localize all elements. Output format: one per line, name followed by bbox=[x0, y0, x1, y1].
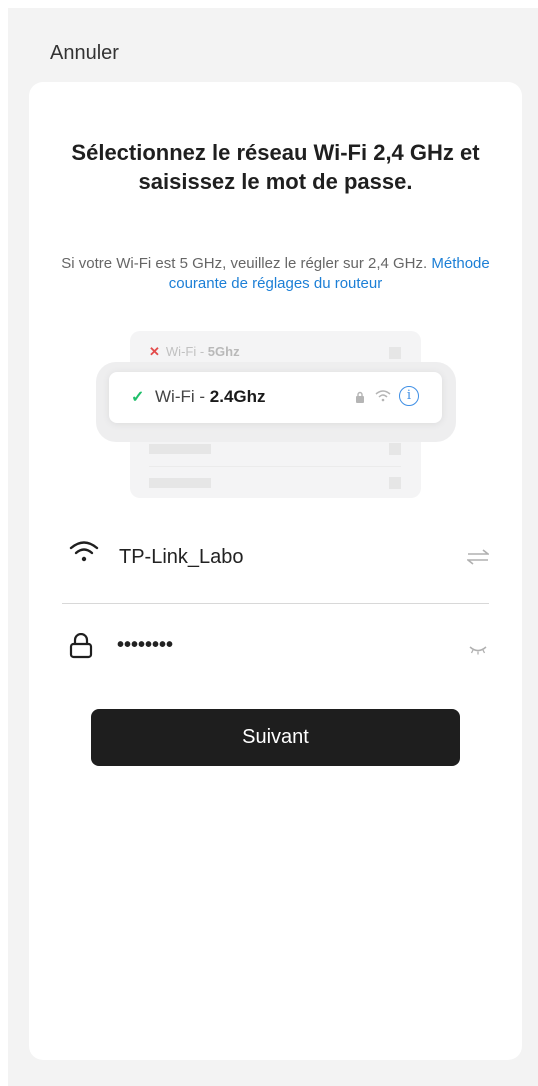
row-24ghz-prefix: Wi-Fi - bbox=[155, 387, 210, 406]
next-button[interactable]: Suivant bbox=[91, 709, 460, 766]
password-field[interactable]: •••••••• bbox=[69, 632, 509, 668]
row-5ghz-prefix: Wi-Fi - bbox=[165, 344, 208, 359]
row-24ghz-band: 2.4Ghz bbox=[209, 387, 266, 406]
wifi-setup-card: Sélectionnez le réseau Wi-Fi 2,4 GHz et … bbox=[29, 82, 522, 1060]
placeholder-square bbox=[389, 347, 401, 359]
placeholder-square bbox=[389, 477, 401, 489]
row-5ghz-band: 5Ghz bbox=[207, 344, 240, 359]
placeholder-bar bbox=[149, 478, 211, 488]
page-title: Sélectionnez le réseau Wi-Fi 2,4 GHz et … bbox=[71, 140, 480, 194]
subtitle: Si votre Wi-Fi est 5 GHz, veuillez le ré… bbox=[41, 254, 510, 294]
row-24ghz-label: Wi-Fi - 2.4Ghz bbox=[155, 387, 266, 407]
placeholder-bar bbox=[149, 444, 211, 454]
subtitle-text: Si votre Wi-Fi est 5 GHz, veuillez le ré… bbox=[61, 255, 432, 272]
field-divider bbox=[62, 603, 489, 604]
placeholder-square bbox=[389, 443, 401, 455]
password-value[interactable]: •••••••• bbox=[117, 634, 173, 657]
check-icon: ✓ bbox=[131, 389, 145, 406]
cross-icon: ✕ bbox=[149, 344, 160, 359]
wifi-network-field[interactable]: TP-Link_Labo bbox=[69, 537, 509, 577]
eye-closed-icon[interactable] bbox=[469, 642, 487, 660]
ssid-value: TP-Link_Labo bbox=[119, 546, 244, 568]
info-icon: i bbox=[399, 386, 419, 406]
cancel-button[interactable]: Annuler bbox=[50, 42, 119, 65]
screen: Annuler Sélectionnez le réseau Wi-Fi 2,4… bbox=[8, 8, 538, 1086]
small-wifi-icon bbox=[375, 389, 391, 407]
wifi-icon bbox=[69, 539, 99, 570]
switch-network-icon[interactable] bbox=[465, 549, 491, 570]
lock-icon bbox=[69, 632, 93, 664]
illustration-row-5ghz: ✕ Wi-Fi - 5Ghz bbox=[149, 344, 240, 360]
small-lock-icon bbox=[355, 390, 365, 408]
placeholder-divider bbox=[149, 466, 401, 467]
illustration-row-24ghz: ✓ Wi-Fi - 2.4Ghz i bbox=[109, 372, 442, 423]
